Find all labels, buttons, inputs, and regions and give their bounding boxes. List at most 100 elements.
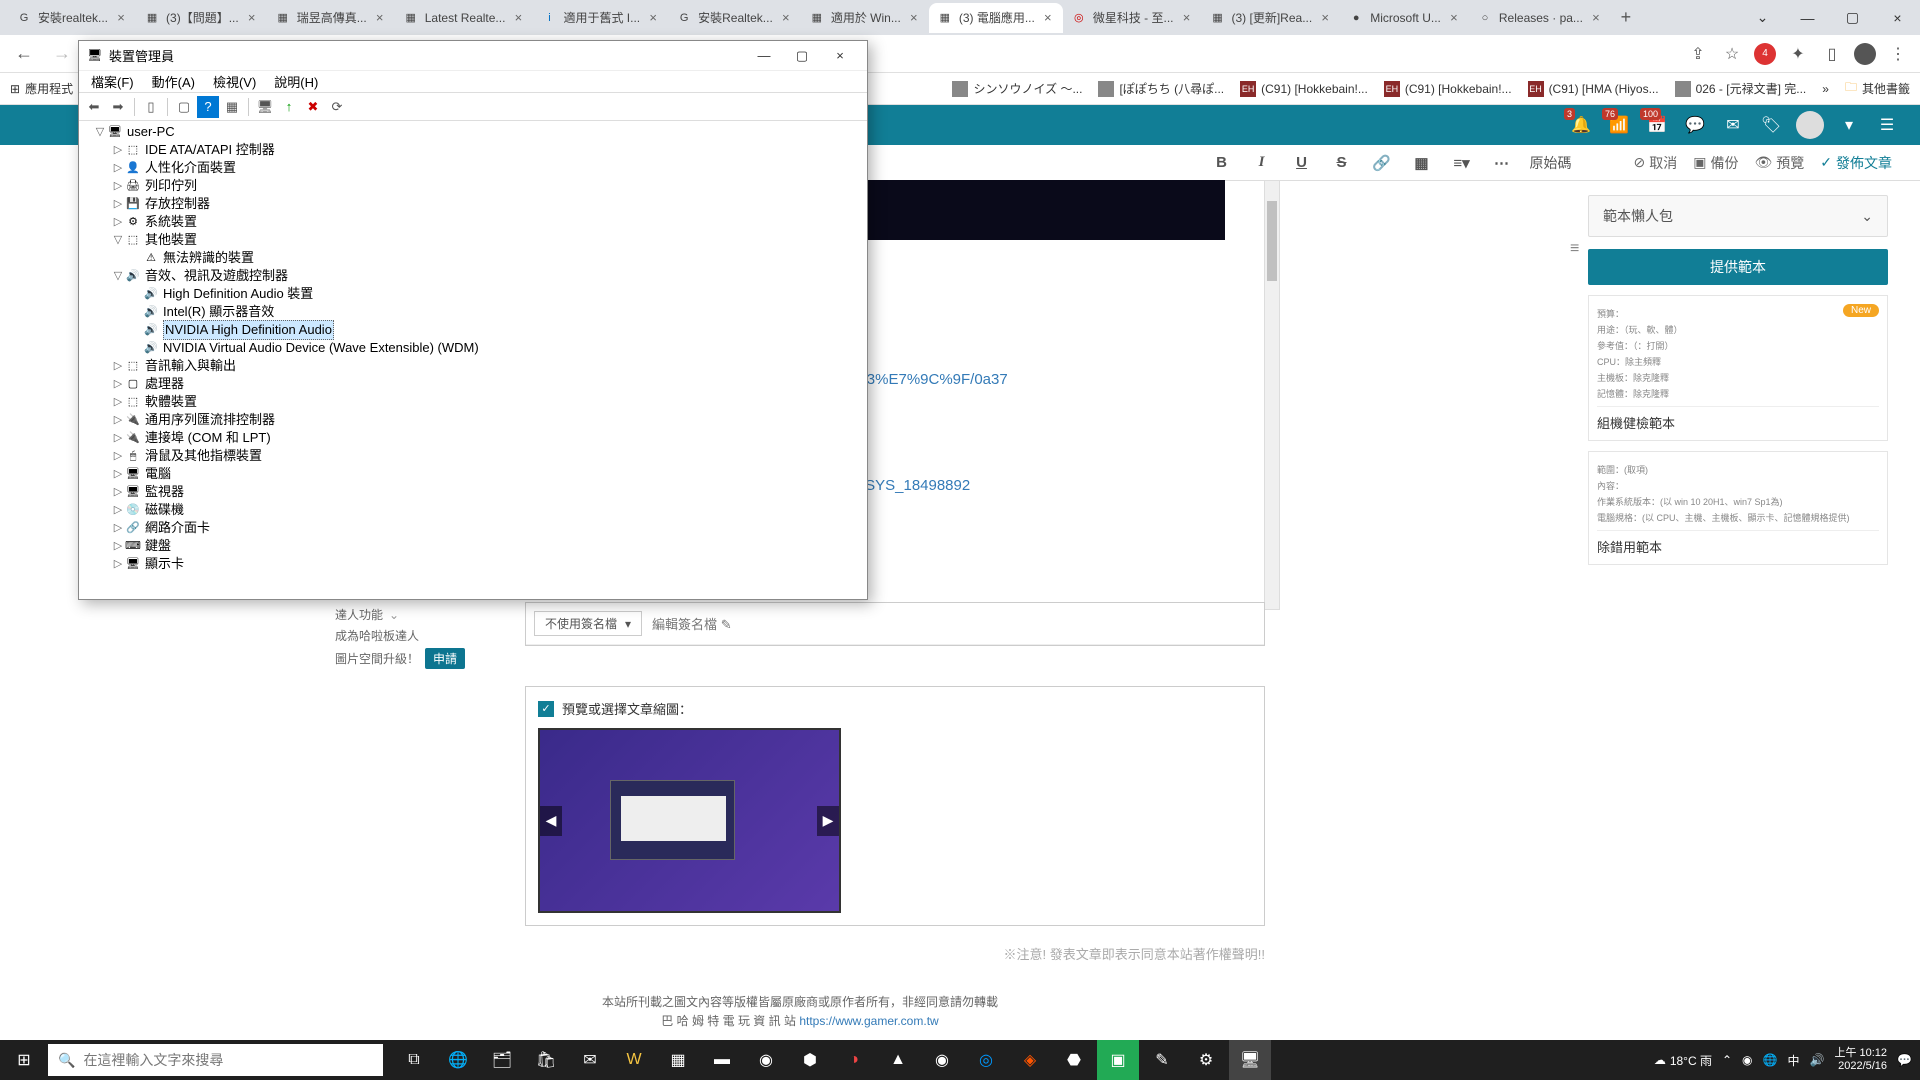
tab-close-icon[interactable]: ×	[907, 11, 921, 25]
tab-close-icon[interactable]: ×	[779, 11, 793, 25]
browser-tab[interactable]: ▦(3) [更新]Rea...×	[1202, 3, 1341, 33]
browser-tab[interactable]: ◎微星科技 - 至...×	[1063, 3, 1202, 33]
browser-tab[interactable]: G安裝Realtek...×	[668, 3, 801, 33]
tab-close-icon[interactable]: ×	[114, 11, 128, 25]
tab-close-icon[interactable]: ×	[1447, 11, 1461, 25]
thumbnail-image[interactable]	[538, 728, 841, 913]
mail-icon[interactable]: ✉	[1720, 112, 1746, 138]
bookmark-item[interactable]: [ぽぽちち (八尋ぽ...	[1098, 80, 1224, 97]
tree-node[interactable]: 🔊High Definition Audio 裝置	[81, 285, 865, 303]
maximize-button[interactable]: ▢	[1830, 3, 1875, 33]
tab-close-icon[interactable]: ×	[1041, 11, 1055, 25]
expand-icon[interactable]: ▷	[111, 195, 125, 213]
bookmark-item[interactable]: EH(C91) [HMA (Hiyos...	[1528, 81, 1659, 97]
feed-icon[interactable]: 76📶	[1606, 112, 1632, 138]
expand-icon[interactable]: ▷	[111, 501, 125, 519]
expand-row[interactable]: 達人功能⌄	[335, 606, 505, 623]
bookmark-item[interactable]: EH(C91) [Hokkebain!...	[1384, 81, 1512, 97]
expand-icon[interactable]: ▷	[111, 177, 125, 195]
extension-brave-icon[interactable]: 4	[1754, 43, 1776, 65]
chat-icon[interactable]: 💬	[1682, 112, 1708, 138]
taskbar-app-store[interactable]: 🛍	[525, 1040, 567, 1080]
preview-button[interactable]: 👁預覽	[1754, 153, 1804, 173]
tree-node[interactable]: ▷🔗網路介面卡	[81, 519, 865, 537]
taskbar-app[interactable]: ⬢	[789, 1040, 831, 1080]
expand-icon[interactable]: ▽	[111, 267, 125, 285]
expand-icon[interactable]: ▷	[111, 537, 125, 555]
underline-button[interactable]: U	[1290, 151, 1314, 175]
apps-button[interactable]: ⊞應用程式	[10, 80, 73, 97]
menu-file[interactable]: 檔案(F)	[83, 72, 142, 91]
tray-ime[interactable]: 中	[1787, 1052, 1799, 1069]
tree-node[interactable]: ▷💿磁碟機	[81, 501, 865, 519]
tree-node[interactable]: ▷🖨列印佇列	[81, 177, 865, 195]
expand-icon[interactable]: ▽	[93, 123, 107, 141]
tree-node[interactable]: ▷🖱滑鼠及其他指標裝置	[81, 447, 865, 465]
update-driver-icon[interactable]: ↑	[278, 96, 300, 118]
cancel-button[interactable]: ⊘取消	[1634, 153, 1678, 173]
provide-template-button[interactable]: 提供範本	[1588, 249, 1888, 285]
caret-down-icon[interactable]: ▾	[1836, 112, 1862, 138]
bookmark-item[interactable]: EH(C91) [Hokkebain!...	[1240, 81, 1368, 97]
expand-icon[interactable]: ▷	[111, 465, 125, 483]
tab-close-icon[interactable]: ×	[245, 11, 259, 25]
new-tab-button[interactable]: +	[1611, 7, 1641, 28]
tray-clock[interactable]: 上午 10:122022/5/16	[1834, 1047, 1887, 1073]
expand-icon[interactable]: ▷	[111, 357, 125, 375]
show-hide-icon[interactable]: ▯	[140, 96, 162, 118]
table-button[interactable]: ▦	[1410, 151, 1434, 175]
expand-icon[interactable]: ▽	[111, 231, 125, 249]
expand-icon[interactable]: ▷	[111, 519, 125, 537]
tree-node[interactable]: ▷🔌通用序列匯流排控制器	[81, 411, 865, 429]
tree-node[interactable]: 🔊Intel(R) 顯示器音效	[81, 303, 865, 321]
expand-icon[interactable]: ▷	[111, 213, 125, 231]
editor-scrollbar[interactable]	[1264, 180, 1280, 610]
taskbar-app[interactable]: ◎	[965, 1040, 1007, 1080]
expand-icon[interactable]: ▷	[111, 411, 125, 429]
expand-icon[interactable]: ▷	[111, 447, 125, 465]
sidebar-collapse-icon[interactable]: ≡	[1570, 240, 1586, 256]
template-card[interactable]: 範圍：(取項) 內容： 作業系統版本：(以 win 10 20H1、win7 S…	[1588, 451, 1888, 565]
minimize-button[interactable]: —	[1785, 3, 1830, 33]
user-avatar[interactable]	[1796, 111, 1824, 139]
bold-button[interactable]: B	[1210, 151, 1234, 175]
tray-icon[interactable]: ◉	[1742, 1053, 1752, 1067]
start-button[interactable]: ⊞	[0, 1040, 48, 1080]
signature-select[interactable]: 不使用簽名檔▾	[534, 611, 642, 636]
taskbar-search[interactable]: 🔍在這裡輸入文字來搜尋	[48, 1044, 383, 1076]
kebab-menu-icon[interactable]: ⋮	[1886, 42, 1910, 66]
close-button[interactable]: ×	[1875, 3, 1920, 33]
expand-icon[interactable]: ▷	[111, 159, 125, 177]
close-button[interactable]: ×	[821, 43, 859, 69]
scrollbar-thumb[interactable]	[1267, 201, 1277, 281]
taskbar-app-terminal[interactable]: ▬	[701, 1040, 743, 1080]
browser-tab[interactable]: i適用于舊式 I...×	[533, 3, 668, 33]
minimize-button[interactable]: —	[745, 43, 783, 69]
browser-tab-active[interactable]: ▦(3) 電腦應用...×	[929, 3, 1063, 33]
browser-tab[interactable]: ▦瑞昱高傳真...×	[267, 3, 395, 33]
tray-network-icon[interactable]: 🌐	[1763, 1053, 1778, 1067]
menu-view[interactable]: 檢視(V)	[205, 72, 264, 91]
back-icon[interactable]: ⬅	[83, 96, 105, 118]
bookmark-item[interactable]: 026 - [元禄文書] 完...	[1675, 80, 1807, 97]
reading-list-icon[interactable]: ▯	[1820, 42, 1844, 66]
device-tree[interactable]: ▽🖥user-PC ▷⬚IDE ATA/ATAPI 控制器▷👤人性化介面裝置▷🖨…	[79, 121, 867, 599]
browser-tab[interactable]: ▦(3)【問題】...×	[136, 3, 267, 33]
taskbar-app-explorer[interactable]: 🗂	[481, 1040, 523, 1080]
bookmark-item[interactable]: シンソウノイズ ～...	[952, 80, 1082, 97]
taskbar-app[interactable]: ▣	[1097, 1040, 1139, 1080]
scan-hardware-icon[interactable]: 🖥	[254, 96, 276, 118]
tree-node[interactable]: ▷⬚音訊輸入與輸出	[81, 357, 865, 375]
align-button[interactable]: ≡▾	[1450, 151, 1474, 175]
footer-link[interactable]: https://www.gamer.com.tw	[799, 1014, 938, 1028]
tab-close-icon[interactable]: ×	[511, 11, 525, 25]
expand-icon[interactable]: ▷	[111, 375, 125, 393]
browser-tab[interactable]: ○Releases · pa...×	[1469, 3, 1611, 33]
expand-icon[interactable]: ▷	[111, 429, 125, 447]
tray-notifications-icon[interactable]: 💬	[1897, 1053, 1912, 1067]
window-titlebar[interactable]: 🖥 裝置管理員 — ▢ ×	[79, 41, 867, 71]
properties-icon[interactable]: ▢	[173, 96, 195, 118]
strikethrough-button[interactable]: S	[1330, 151, 1354, 175]
forward-icon[interactable]: ➡	[107, 96, 129, 118]
tree-node[interactable]: ▷▢處理器	[81, 375, 865, 393]
